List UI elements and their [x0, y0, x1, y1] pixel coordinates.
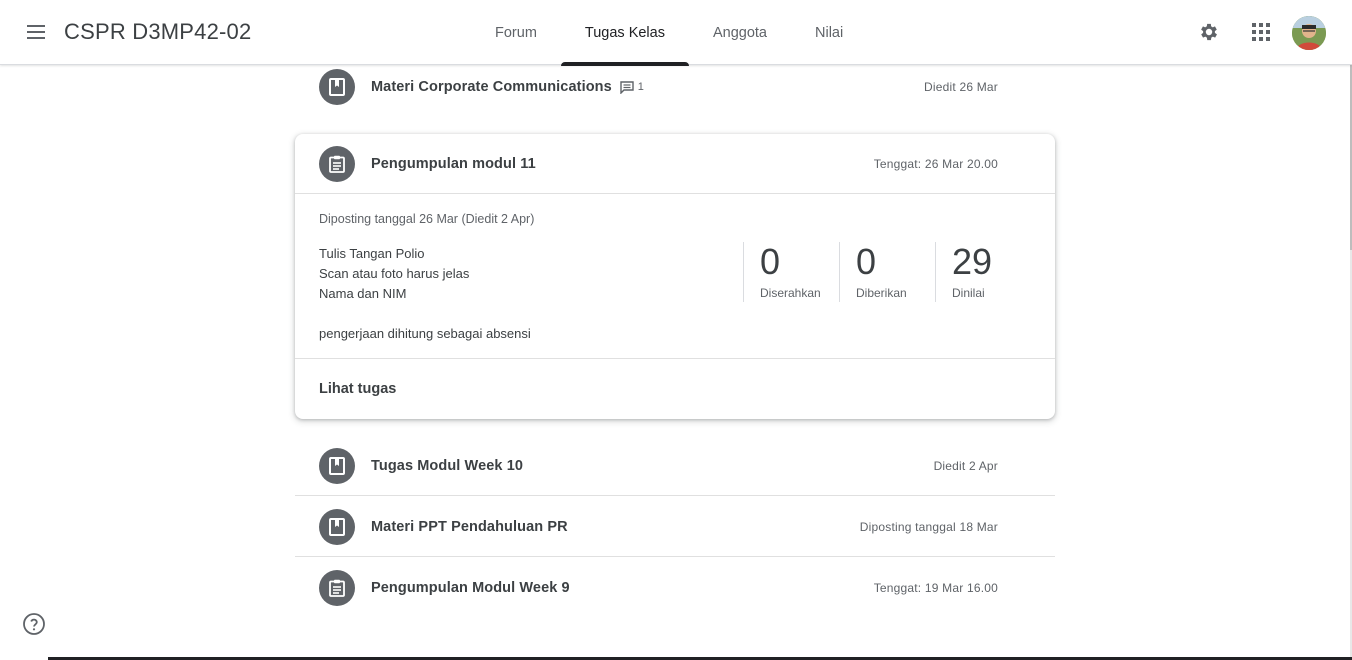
card-title: Pengumpulan modul 11 — [371, 155, 536, 172]
item-date: Diedit 26 Mar — [924, 80, 998, 94]
help-icon[interactable] — [22, 612, 46, 636]
top-app-bar: CSPR D3MP42-02 Forum Tugas Kelas Anggota… — [0, 0, 1352, 66]
tab-tugas-kelas[interactable]: Tugas Kelas — [560, 0, 690, 66]
list-item[interactable]: Tugas Modul Week 10 Diedit 2 Apr — [295, 436, 1055, 496]
description-line: pengerjaan dihitung sebagai absensi — [319, 326, 531, 341]
comment-count: 1 — [620, 80, 644, 94]
expanded-assignment-card: Pengumpulan modul 11 Tenggat: 26 Mar 20.… — [295, 134, 1055, 419]
description-line: Nama dan NIM — [319, 286, 407, 301]
stat-label: Dinilai — [952, 286, 985, 300]
card-body: Diposting tanggal 26 Mar (Diedit 2 Apr) … — [295, 194, 1055, 359]
item-title: Materi Corporate Communications — [371, 79, 612, 95]
item-title: Materi PPT Pendahuluan PR — [371, 518, 568, 535]
item-date: Diedit 2 Apr — [933, 458, 998, 473]
tab-forum[interactable]: Forum — [471, 0, 561, 65]
tab-bar: Forum Tugas Kelas Anggota Nilai — [471, 0, 867, 66]
tab-anggota[interactable]: Anggota — [689, 0, 791, 65]
apps-grid-icon[interactable] — [1245, 16, 1277, 48]
book-icon — [319, 447, 355, 484]
stat-value: 0 — [856, 241, 877, 282]
stat-value: 0 — [760, 241, 781, 282]
item-date: Diposting tanggal 18 Mar — [859, 519, 998, 534]
list-item[interactable]: Materi Corporate Communications 1 Diedit… — [295, 57, 1055, 117]
comment-icon — [620, 80, 634, 94]
assignment-icon — [319, 570, 355, 606]
gear-icon[interactable] — [1193, 16, 1225, 48]
book-icon — [319, 69, 355, 105]
assignment-icon — [319, 145, 355, 182]
card-footer: Lihat tugas — [295, 359, 1055, 418]
item-date: Tenggat: 19 Mar 16.00 — [873, 581, 998, 595]
list-item[interactable]: Materi PPT Pendahuluan PR Diposting tang… — [295, 497, 1055, 557]
card-header[interactable]: Pengumpulan modul 11 Tenggat: 26 Mar 20.… — [295, 134, 1055, 194]
assignment-description: Tulis Tangan Polio Scan atau foto harus … — [319, 244, 531, 344]
stat-label: Diberikan — [856, 286, 907, 300]
description-line: Scan atau foto harus jelas — [319, 266, 470, 281]
comment-count-value: 1 — [637, 81, 644, 93]
stat-label: Diserahkan — [760, 286, 821, 300]
list-item[interactable]: Pengumpulan Modul Week 9 Tenggat: 19 Mar… — [295, 558, 1055, 618]
view-assignment-link[interactable]: Lihat tugas — [319, 381, 396, 397]
posted-date: Diposting tanggal 26 Mar (Diedit 2 Apr) — [319, 212, 535, 226]
submission-stats: 0 Diserahkan 0 Diberikan 29 Dinilai — [743, 242, 1031, 302]
item-title: Tugas Modul Week 10 — [371, 457, 524, 474]
description-line: Tulis Tangan Polio — [319, 246, 425, 261]
tab-nilai[interactable]: Nilai — [791, 0, 867, 65]
stat-diberikan[interactable]: 0 Diberikan — [839, 242, 935, 302]
avatar[interactable] — [1292, 16, 1326, 50]
stat-value: 29 — [952, 241, 993, 282]
description-line — [319, 304, 531, 324]
book-icon — [319, 508, 355, 545]
stat-diserahkan[interactable]: 0 Diserahkan — [743, 242, 839, 302]
due-date: Tenggat: 26 Mar 20.00 — [873, 156, 998, 171]
menu-icon[interactable] — [14, 12, 58, 52]
class-title[interactable]: CSPR D3MP42-02 — [64, 19, 251, 45]
stat-dinilai[interactable]: 29 Dinilai — [935, 242, 1031, 302]
item-title: Pengumpulan Modul Week 9 — [371, 580, 570, 596]
